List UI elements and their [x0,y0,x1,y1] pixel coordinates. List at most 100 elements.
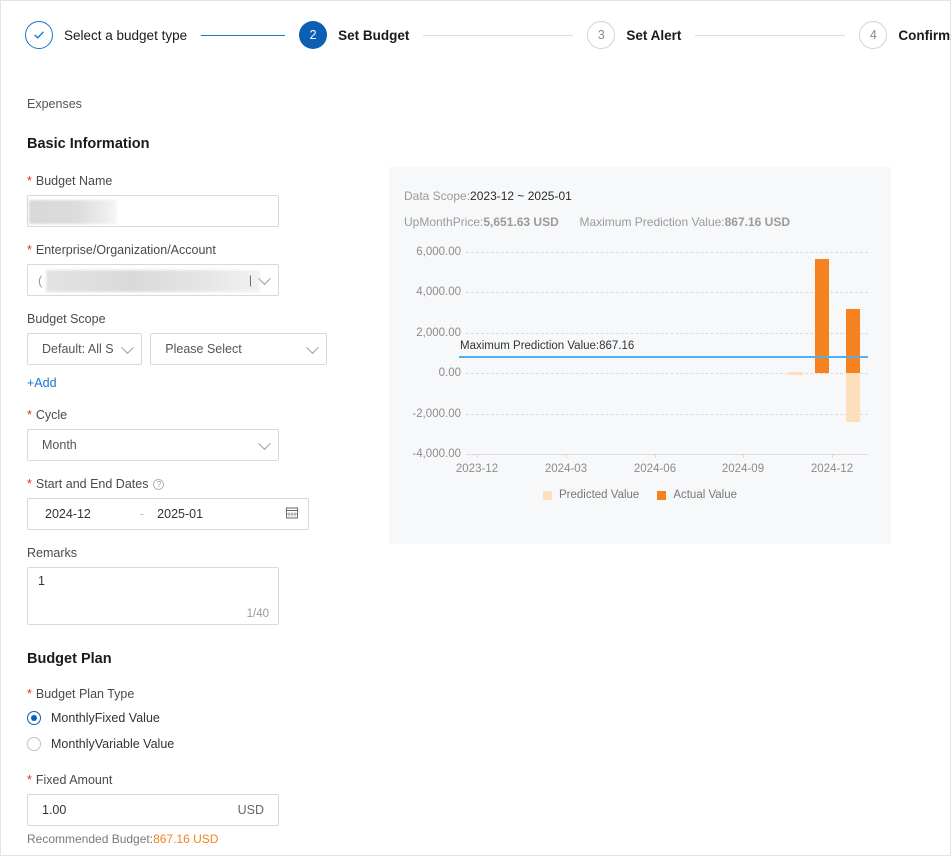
field-start-end-dates: * Start and End Dates ? 2024-12 - 2025-0… [27,477,327,530]
budget-scope-dimension-select[interactable]: Default: All S [27,333,143,365]
radio-monthly-variable-label: MonthlyVariable Value [51,737,175,751]
recommended-budget-hint: Recommended Budget:867.16 USD [27,832,327,846]
redacted-value-mask [29,200,117,224]
recommended-budget-prefix: Recommended Budget: [27,832,154,846]
required-marker: * [27,407,32,422]
cycle-label: * Cycle [27,408,327,422]
required-marker: * [27,173,32,188]
field-remarks: Remarks 1 1/40 [27,546,327,625]
step-1-label: Select a budget type [64,27,188,43]
x-tick-0 [477,454,478,458]
field-fixed-amount: * Fixed Amount 1.00 USD Recommended Budg… [27,773,327,846]
breadcrumb: Expenses [27,97,82,111]
up-month-price-value: 5,651.63 USD [483,215,559,229]
gridline-2000 [466,332,868,334]
step-2-number: 2 [299,21,328,49]
dates-label: * Start and End Dates ? [27,477,327,491]
fixed-amount-label-text: Fixed Amount [35,773,113,787]
fixed-amount-input[interactable]: 1.00 USD [27,794,279,826]
budget-scope-label: Budget Scope [27,312,327,326]
step-2-label: Set Budget [338,27,410,43]
max-prediction-threshold-line [459,355,868,358]
step-set-alert[interactable]: 3 Set Alert [587,21,681,49]
x-tick-2 [655,454,656,458]
ytick-label-4000: 4,000.00 [416,286,461,299]
ytick-label-6000: 6,000.00 [416,246,461,258]
prediction-chart-panel: Data Scope:2023-12 ~ 2025-01 UpMonthPric… [389,167,891,544]
date-separator: - [140,507,145,521]
max-prediction-value: 867.16 USD [724,215,790,229]
legend-swatch-predicted [542,490,552,500]
cycle-value: Month [42,438,77,452]
radio-monthly-fixed-value[interactable]: MonthlyFixed Value [27,711,327,725]
field-budget-name: * Budget Name [27,174,327,227]
dates-label-text: Start and End Dates [35,477,149,491]
radio-monthly-fixed-label: MonthlyFixed Value [51,711,160,725]
budget-scope-label-text: Budget Scope [27,312,106,326]
step-confirm[interactable]: 4 Confirm [859,21,950,49]
ytick-label-neg4000: -4,000.00 [412,448,461,460]
x-tick-3 [743,454,744,458]
xtick-label-1: 2024-03 [544,463,588,475]
enterprise-label-text: Enterprise/Organization/Account [35,243,216,257]
chart-legend: Predicted Value Actual Value [389,489,891,501]
max-prediction-threshold-label: Maximum Prediction Value:867.16 [460,340,635,352]
gridline-4000 [466,292,868,294]
help-icon[interactable]: ? [153,478,165,490]
xtick-label-4: 2024-12 [810,463,854,475]
summary-line: UpMonthPrice:5,651.63 USD Maximum Predic… [404,215,790,229]
remarks-label: Remarks [27,546,327,560]
budget-plan-type-label-text: Budget Plan Type [35,687,135,701]
chevron-down-icon [258,272,271,286]
step-set-budget[interactable]: 2 Set Budget [299,21,409,49]
legend-item-actual-value[interactable]: Actual Value [657,489,737,501]
enterprise-select[interactable]: ( | [27,264,279,296]
legend-item-predicted-value[interactable]: Predicted Value [542,489,639,501]
radio-monthly-variable-value[interactable]: MonthlyVariable Value [27,737,327,751]
budget-scope-row: Default: All S Please Select [27,333,327,365]
remarks-char-counter: 1/40 [246,608,269,620]
radio-icon-unselected [27,737,41,751]
required-marker: * [27,242,32,257]
budget-name-input[interactable] [27,195,279,227]
budget-plan-type-label: * Budget Plan Type [27,687,327,701]
step-connector-2 [423,34,574,36]
step-connector-1 [201,34,286,36]
recommended-budget-value: 867.16 USD [153,832,219,846]
step-select-budget-type[interactable]: Select a budget type [25,21,187,49]
step-4-label: Confirm [898,27,951,43]
required-marker: * [27,686,32,701]
cycle-select[interactable]: Month [27,429,279,461]
xtick-label-2: 2024-06 [633,463,677,475]
fixed-amount-value: 1.00 [42,803,67,817]
budget-scope-value-placeholder: Please Select [165,342,242,356]
calendar-icon[interactable] [286,507,298,522]
add-scope-link[interactable]: +Add [27,376,327,390]
chevron-down-icon [306,341,319,355]
step-3-label: Set Alert [626,27,682,43]
chevron-down-icon [258,437,271,451]
step-4-number: 4 [859,21,888,49]
chart-plot-area: 6,000.00 4,000.00 2,000.00 0.00 -2,000.0… [389,239,891,475]
page-frame: Select a budget type 2 Set Budget 3 Set … [0,0,951,856]
data-scope-value: 2023-12 ~ 2025-01 [470,189,572,203]
x-tick-4 [832,454,833,458]
date-range-picker[interactable]: 2024-12 - 2025-01 [27,498,309,530]
field-cycle: * Cycle Month [27,408,327,461]
required-marker: * [27,772,32,787]
xtick-label-0: 2023-12 [455,463,499,475]
enterprise-label: * Enterprise/Organization/Account [27,243,327,257]
up-month-price-label: UpMonthPrice: [404,215,484,229]
bar-actual-2025-01 [846,308,860,374]
chevron-down-icon [121,341,135,355]
budget-scope-value-select[interactable]: Please Select [150,333,327,365]
date-start-value: 2024-12 [45,507,91,521]
basic-information-heading: Basic Information [27,136,150,152]
budget-plan-heading: Budget Plan [27,651,112,667]
remarks-value: 1 [38,574,45,588]
remarks-textarea[interactable]: 1 1/40 [27,567,279,625]
ytick-label-neg2000: -2,000.00 [412,407,461,420]
step-1-check-icon [25,21,53,49]
field-budget-scope: Budget Scope Default: All S Please Selec… [27,312,327,390]
required-marker: * [27,476,32,491]
